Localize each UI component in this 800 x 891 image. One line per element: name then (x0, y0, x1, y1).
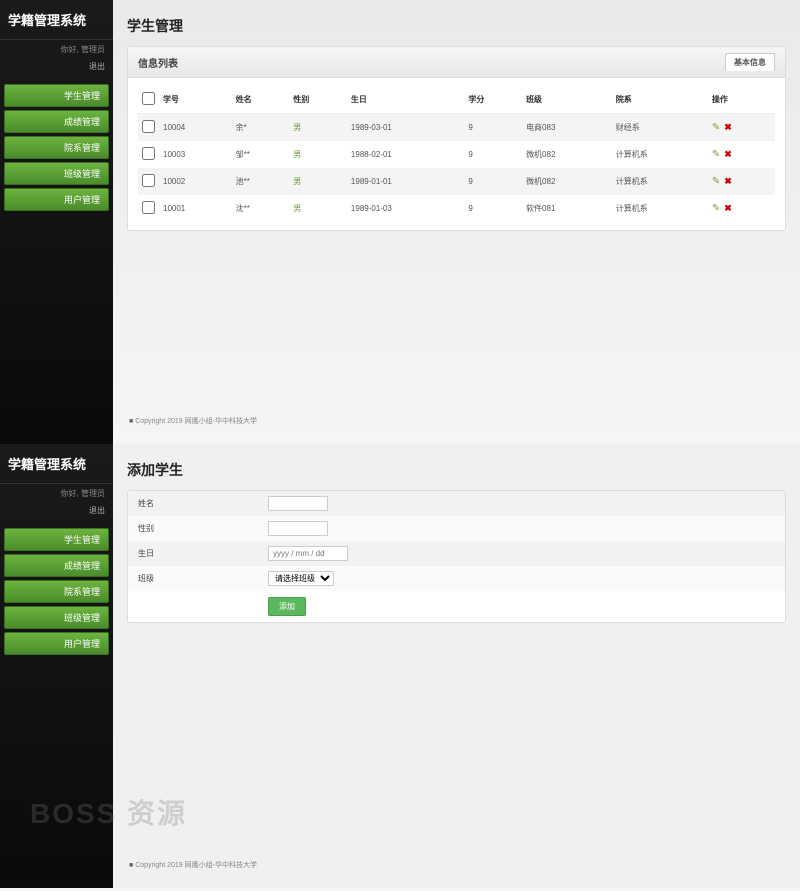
cell-name: 邹** (232, 141, 290, 168)
cell-gender: 男 (289, 114, 347, 142)
select-class[interactable]: 请选择班级 (268, 571, 334, 586)
col-action: 操作 (708, 86, 775, 114)
cell-id: 10002 (159, 168, 232, 195)
page-title: 添加学生 (127, 454, 786, 490)
col-id: 学号 (159, 86, 232, 114)
col-gender: 性别 (289, 86, 347, 114)
nav-user[interactable]: 用户管理 (4, 188, 109, 211)
cell-name: 余* (232, 114, 290, 142)
nav-student[interactable]: 学生管理 (4, 528, 109, 551)
nav-grade[interactable]: 成绩管理 (4, 110, 109, 133)
edit-icon[interactable]: ✎ (712, 176, 720, 187)
cell-birth: 1988-02-01 (347, 141, 465, 168)
nav-student[interactable]: 学生管理 (4, 84, 109, 107)
cell-id: 10003 (159, 141, 232, 168)
input-gender[interactable] (268, 521, 328, 536)
app-title: 学籍管理系统 (0, 0, 113, 40)
logout-link[interactable]: 退出 (0, 59, 113, 80)
cell-gender: 男 (289, 168, 347, 195)
card-title: 信息列表 (138, 55, 178, 70)
nav-dept[interactable]: 院系管理 (4, 136, 109, 159)
row-check[interactable] (142, 201, 155, 214)
cell-class: 电商083 (522, 114, 612, 142)
nav-dept[interactable]: 院系管理 (4, 580, 109, 603)
col-class: 班级 (522, 86, 612, 114)
submit-button[interactable]: 添加 (268, 597, 306, 616)
cell-credit: 9 (464, 114, 522, 142)
cell-class: 微机082 (522, 168, 612, 195)
form-card: 姓名 性别 生日 班级 请选择班级 添加 (127, 490, 786, 623)
cell-class: 软件081 (522, 195, 612, 222)
tab-basic[interactable]: 基本信息 (725, 53, 775, 71)
label-gender: 性别 (138, 523, 268, 534)
student-table: 学号 姓名 性别 生日 学分 班级 院系 操作 10004余*男1989-03-… (138, 86, 775, 222)
delete-icon[interactable]: ✖ (724, 149, 732, 160)
row-check[interactable] (142, 147, 155, 160)
label-class: 班级 (138, 573, 268, 584)
delete-icon[interactable]: ✖ (724, 203, 732, 214)
app-title: 学籍管理系统 (0, 444, 113, 484)
cell-gender: 男 (289, 141, 347, 168)
cell-id: 10004 (159, 114, 232, 142)
col-name: 姓名 (232, 86, 290, 114)
delete-icon[interactable]: ✖ (724, 176, 732, 187)
cell-credit: 9 (464, 141, 522, 168)
cell-birth: 1989-01-03 (347, 195, 465, 222)
cell-birth: 1989-03-01 (347, 114, 465, 142)
page-title: 学生管理 (127, 10, 786, 46)
table-row: 10002池**男1989-01-019微机082计算机系 ✎ ✖ (138, 168, 775, 195)
cell-credit: 9 (464, 168, 522, 195)
table-row: 10003邹**男1988-02-019微机082计算机系 ✎ ✖ (138, 141, 775, 168)
row-check[interactable] (142, 120, 155, 133)
cell-class: 微机082 (522, 141, 612, 168)
cell-dept: 财经系 (612, 114, 708, 142)
edit-icon[interactable]: ✎ (712, 149, 720, 160)
greeting: 你好, 管理员 (0, 40, 113, 59)
label-name: 姓名 (138, 498, 268, 509)
footer: Copyright 2019 网鹰小组-华中科技大学 (127, 852, 786, 878)
label-birth: 生日 (138, 548, 268, 559)
nav-user[interactable]: 用户管理 (4, 632, 109, 655)
cell-dept: 计算机系 (612, 195, 708, 222)
footer: Copyright 2019 网鹰小组-华中科技大学 (127, 408, 786, 434)
list-card: 信息列表 基本信息 学号 姓名 性别 生日 学分 班级 院系 (127, 46, 786, 231)
row-check[interactable] (142, 174, 155, 187)
edit-icon[interactable]: ✎ (712, 122, 720, 133)
delete-icon[interactable]: ✖ (724, 122, 732, 133)
check-all[interactable] (142, 92, 155, 105)
col-credit: 学分 (464, 86, 522, 114)
cell-id: 10001 (159, 195, 232, 222)
cell-birth: 1989-01-01 (347, 168, 465, 195)
cell-credit: 9 (464, 195, 522, 222)
greeting: 你好, 管理员 (0, 484, 113, 503)
col-dept: 院系 (612, 86, 708, 114)
nav-grade[interactable]: 成绩管理 (4, 554, 109, 577)
col-birth: 生日 (347, 86, 465, 114)
sidebar-nav: 学生管理 成绩管理 院系管理 班级管理 用户管理 (0, 524, 113, 659)
nav-class[interactable]: 班级管理 (4, 162, 109, 185)
cell-dept: 计算机系 (612, 168, 708, 195)
cell-name: 池** (232, 168, 290, 195)
cell-gender: 男 (289, 195, 347, 222)
edit-icon[interactable]: ✎ (712, 203, 720, 214)
nav-class[interactable]: 班级管理 (4, 606, 109, 629)
cell-dept: 计算机系 (612, 141, 708, 168)
table-row: 10004余*男1989-03-019电商083财经系 ✎ ✖ (138, 114, 775, 142)
table-row: 10001沈**男1989-01-039软件081计算机系 ✎ ✖ (138, 195, 775, 222)
sidebar-nav: 学生管理 成绩管理 院系管理 班级管理 用户管理 (0, 80, 113, 215)
logout-link[interactable]: 退出 (0, 503, 113, 524)
input-name[interactable] (268, 496, 328, 511)
cell-name: 沈** (232, 195, 290, 222)
input-birth[interactable] (268, 546, 348, 561)
